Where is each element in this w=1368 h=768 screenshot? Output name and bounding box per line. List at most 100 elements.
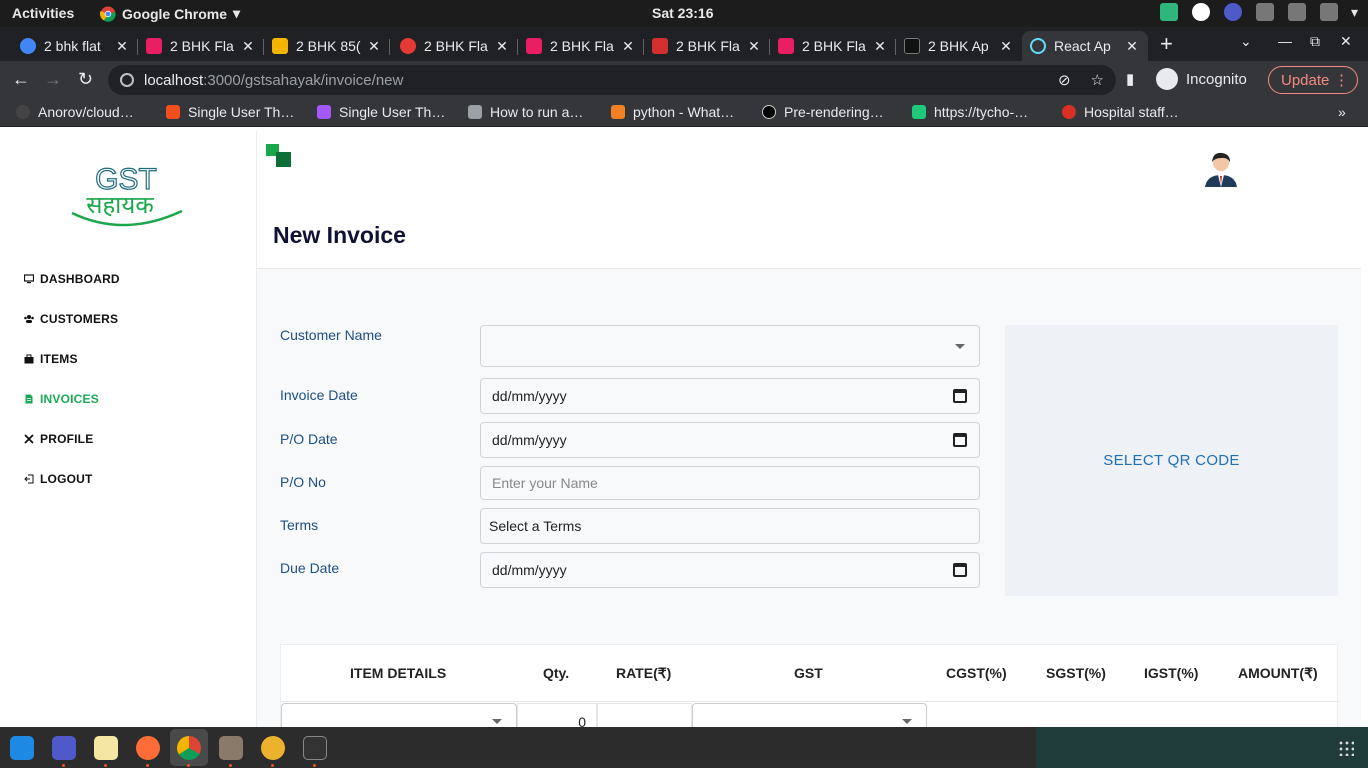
back-icon[interactable]: ← [12,69,30,90]
close-icon[interactable]: ✕ [998,38,1014,55]
more-bookmarks-icon[interactable]: » [1338,104,1346,120]
tab[interactable]: 2 BHK Fla ✕ [518,31,644,61]
qty-input[interactable]: 0 [517,703,597,727]
bookmark-item[interactable]: Anorov/cloud… [16,104,134,120]
close-icon[interactable]: ✕ [1124,38,1140,55]
terms-select[interactable]: Select a Terms [480,508,980,544]
tab[interactable]: 2 BHK Fla ✕ [392,31,518,61]
close-icon[interactable]: ✕ [494,38,510,55]
briefcase-icon [24,354,34,364]
slack-tray-icon[interactable] [1160,3,1178,21]
calendar-icon[interactable] [953,389,967,403]
system-tray[interactable] [1160,3,1338,21]
close-icon[interactable]: ✕ [746,38,762,55]
reload-icon[interactable]: ↻ [78,69,93,90]
calendar-icon[interactable] [953,563,967,577]
eye-off-icon[interactable]: ⊘ [1058,71,1071,89]
github-icon [16,105,30,119]
apple-icon [1062,105,1076,119]
forward-icon[interactable]: → [44,69,62,90]
due-date-input[interactable]: dd/mm/yyyy [480,552,980,588]
archive-manager-icon[interactable] [219,736,243,760]
sidebar-item-items[interactable]: ITEMS [24,352,78,366]
browser-toolbar: ← → ↻ localhost:3000/gstsahayak/invoice/… [0,61,1368,99]
teams-tray-icon[interactable] [1224,3,1242,21]
invoice-date-label: Invoice Date [280,387,358,403]
po-no-input[interactable]: Enter your Name [480,466,980,500]
dock-right-area [1036,727,1368,768]
close-icon[interactable]: ✕ [872,38,888,55]
item-details-select[interactable] [281,703,517,727]
network-icon[interactable] [1256,3,1274,21]
tab[interactable]: 2 bhk flat ✕ [12,31,138,61]
new-tab-icon[interactable]: + [1160,31,1173,57]
due-date-label: Due Date [280,560,340,576]
invoice-date-input[interactable]: dd/mm/yyyy [480,378,980,414]
tab[interactable]: 2 BHK Ap ✕ [896,31,1022,61]
app-menu[interactable]: Google Chrome ▾ [100,5,240,22]
site-info-icon[interactable] [120,73,134,87]
tab-favicon-icon [904,38,920,54]
show-apps-icon[interactable] [1338,740,1354,756]
customer-name-select[interactable] [480,325,980,367]
tab[interactable]: 2 BHK Fla ✕ [644,31,770,61]
bookmark-item[interactable]: Hospital staff… [1062,104,1179,120]
chrome-icon[interactable] [177,736,201,760]
select-qr-code-button[interactable]: SELECT QR CODE [1005,325,1338,596]
close-window-icon[interactable]: ✕ [1340,33,1352,50]
close-icon[interactable]: ✕ [240,38,256,55]
bookmark-item[interactable]: Pre-rendering… [762,104,884,120]
more-icon[interactable]: ⋮ [1334,71,1349,89]
side-panel-icon[interactable]: ▮ [1126,70,1134,88]
maximize-icon[interactable]: ⧉ [1310,33,1320,50]
close-icon[interactable]: ✕ [114,38,130,55]
tab[interactable]: 2 BHK 85(✕ [264,31,390,61]
teams-icon[interactable] [52,736,76,760]
bookmark-item[interactable]: Single User Th… [317,104,445,120]
sidebar-item-customers[interactable]: CUSTOMERS [24,312,118,326]
tab-active[interactable]: React Ap ✕ [1022,31,1148,61]
table-header: CGST(%) [946,665,1007,681]
clock[interactable]: Sat 23:16 [652,5,713,21]
volume-icon[interactable] [1288,3,1306,21]
address-bar[interactable]: localhost:3000/gstsahayak/invoice/new ⊘ … [108,65,1116,95]
clipboard-icon[interactable] [1320,3,1338,21]
nextjs-icon [762,105,776,119]
star-icon[interactable]: ☆ [1091,71,1104,89]
bookmark-item[interactable]: How to run a… [468,104,583,120]
avatar[interactable] [1201,147,1241,189]
rate-input[interactable] [597,703,692,727]
po-date-input[interactable]: dd/mm/yyyy [480,422,980,458]
sidebar-item-logout[interactable]: LOGOUT [24,472,93,486]
skype-tray-icon[interactable] [1192,3,1210,21]
building-icon [468,105,482,119]
sidebar-item-profile[interactable]: PROFILE [24,432,93,446]
minimize-icon[interactable]: — [1278,33,1292,49]
chevron-down-icon [492,719,502,724]
ubuntu-dock [0,727,1368,768]
bookmark-item[interactable]: python - What… [611,104,734,120]
update-button[interactable]: Update ⋮ [1268,66,1358,94]
tab[interactable]: 2 BHK Fla ✕ [770,31,896,61]
tab-search-icon[interactable]: ⌄ [1240,33,1252,50]
slack-icon[interactable] [261,736,285,760]
tab[interactable]: 2 BHK Fla ✕ [138,31,264,61]
tab-favicon-icon [526,38,542,54]
bookmark-item[interactable]: https://tycho-… [912,104,1028,120]
terminal-icon[interactable] [303,736,327,760]
text-editor-icon[interactable] [94,736,118,760]
vscode-icon[interactable] [10,736,34,760]
gst-select[interactable] [692,703,927,727]
calendar-icon[interactable] [953,433,967,447]
activities-button[interactable]: Activities [12,5,74,21]
close-icon[interactable]: ✕ [620,38,636,55]
chevron-down-icon[interactable]: ▾ [1351,4,1358,21]
incognito-badge[interactable]: Incognito [1156,68,1247,90]
postman-icon[interactable] [136,736,160,760]
sidebar-item-invoices[interactable]: INVOICES [24,392,99,406]
system-top-bar: Activities Google Chrome ▾ Sat 23:16 ▾ [0,0,1368,27]
incognito-icon [1156,68,1178,90]
sidebar-item-dashboard[interactable]: DASHBOARD [24,272,120,286]
bookmark-item[interactable]: Single User Th… [166,104,294,120]
close-icon[interactable]: ✕ [366,38,382,55]
